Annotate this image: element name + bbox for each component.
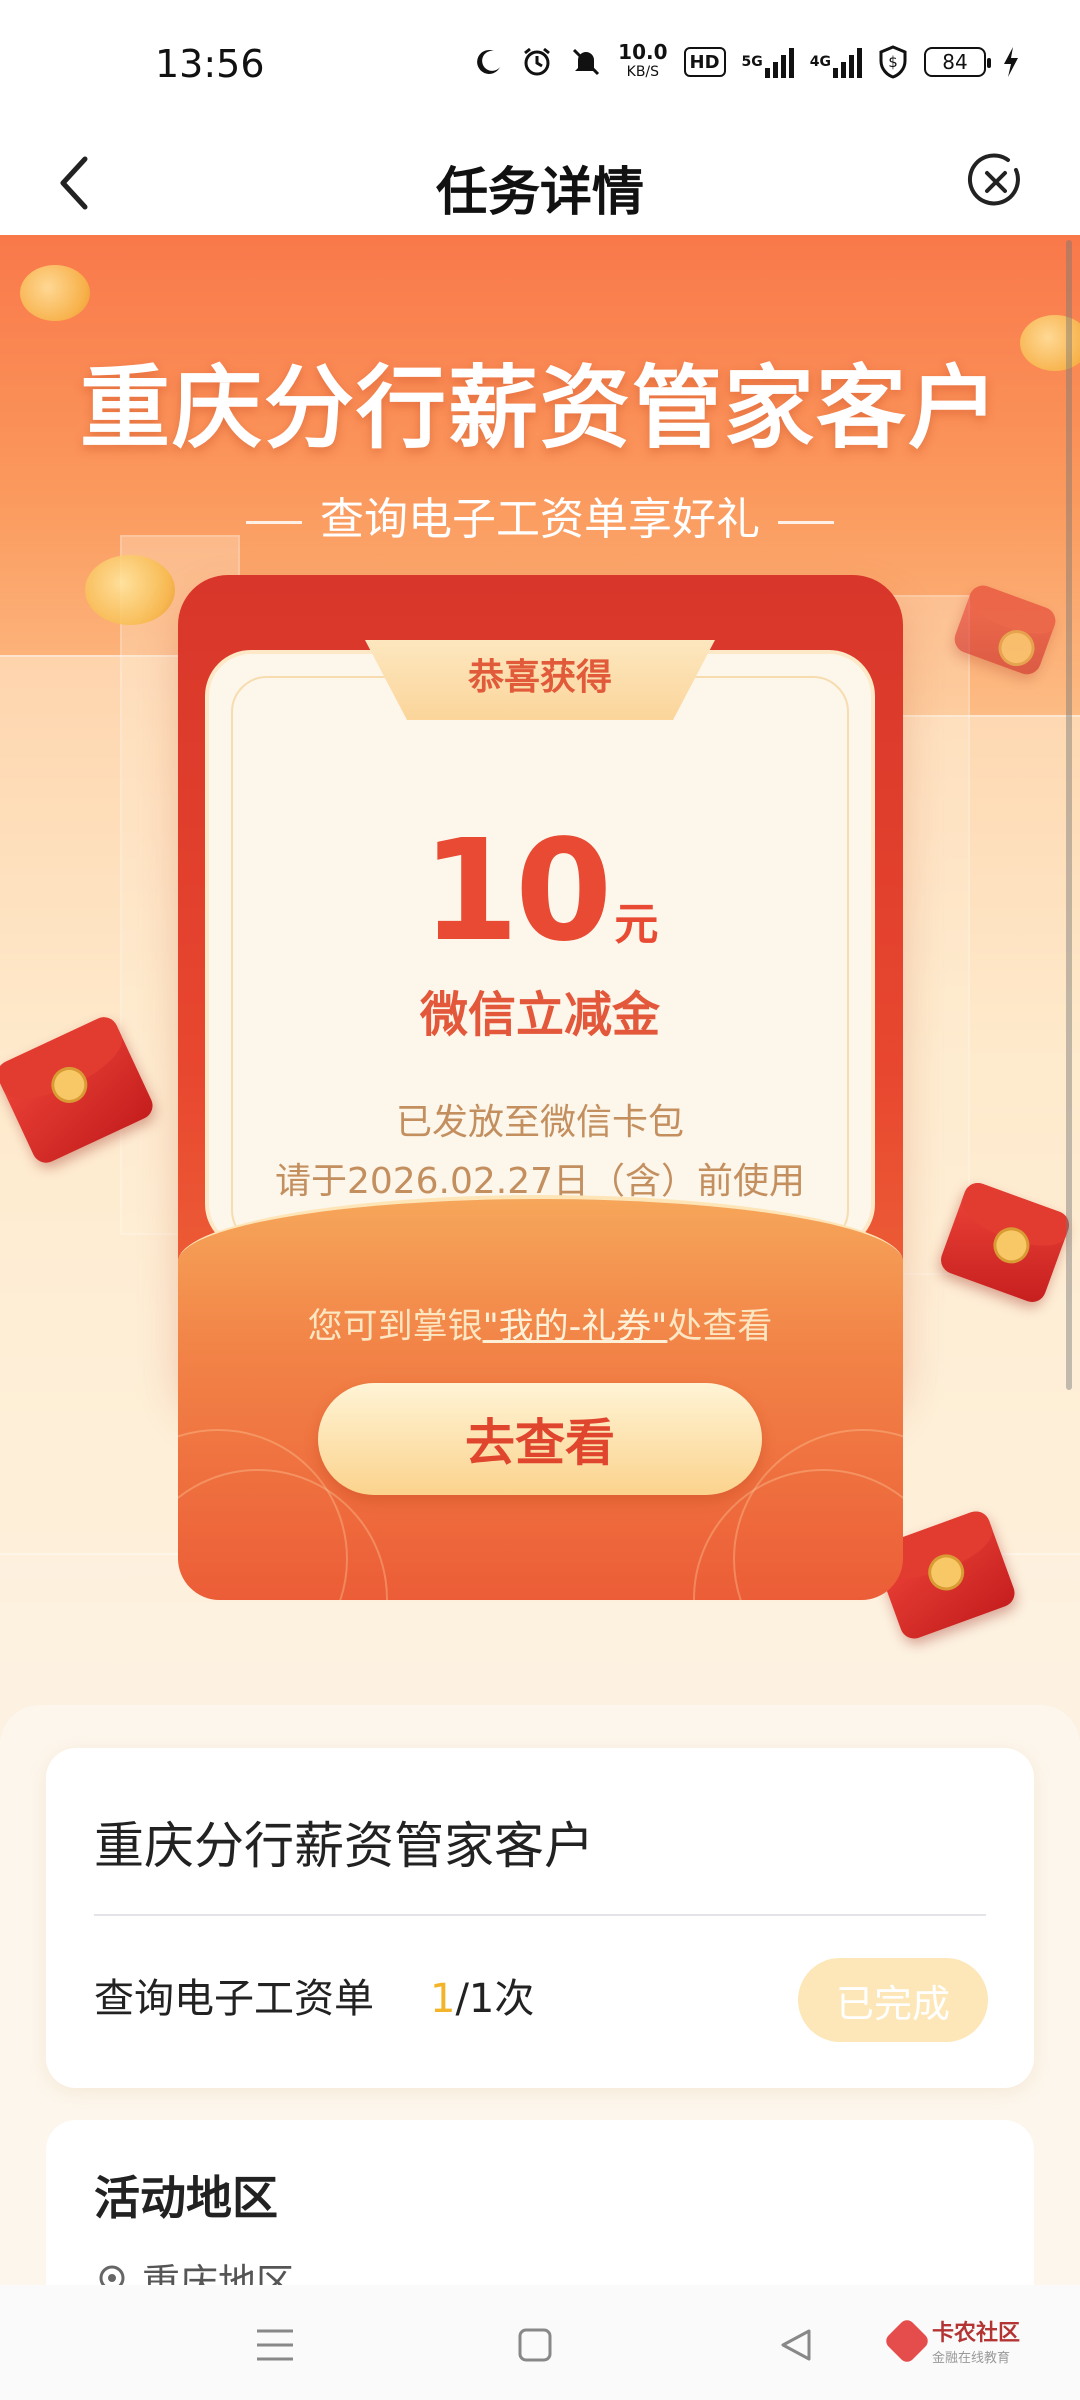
page-title: 任务详情 (435, 163, 644, 223)
prize-amount: 10 元 (0, 810, 1080, 973)
coupon-location-hint: 您可到掌银"我的-礼券"处查看 (307, 1307, 773, 1347)
prize-unit: 元 (614, 899, 659, 950)
back-triangle-icon (781, 2329, 811, 2361)
moon-icon (474, 42, 504, 82)
prize-name: 微信立减金 (419, 987, 660, 1043)
task-card: 重庆分行薪资管家客户 查询电子工资单 1/1次 已完成 (46, 1748, 1034, 2088)
watermark-main: 卡农社区 (931, 2321, 1020, 2346)
location-pin-icon (99, 2265, 125, 2285)
task-item-label: 查询电子工资单 (94, 1976, 374, 2022)
system-nav-bar: 卡农社区 金融在线教育 (0, 2285, 1080, 2400)
battery-icon: 84 (924, 47, 991, 77)
alarm-icon (520, 42, 554, 82)
signal-4g-icon: 4G (810, 42, 862, 82)
watermark-logo (882, 2316, 932, 2365)
menu-button[interactable] (245, 2315, 305, 2375)
home-button[interactable] (505, 2315, 565, 2375)
task-title: 重庆分行薪资管家客户 (94, 1817, 594, 1875)
prize-number: 10 (421, 810, 613, 973)
prize-desc: 已发放至微信卡包 (395, 1102, 684, 1143)
my-coupons-link[interactable]: "我的-礼券" (483, 1307, 668, 1347)
status-time: 13:56 (155, 42, 265, 86)
task-progress: 1/1次 (430, 1976, 535, 2022)
watermark: 卡农社区 金融在线教育 (882, 2315, 1020, 2366)
region-title: 活动地区 (94, 2171, 278, 2225)
hd-badge: HD (683, 47, 726, 77)
home-icon (518, 2328, 552, 2362)
coin-decoration (85, 555, 175, 625)
back-nav-button[interactable] (765, 2315, 825, 2375)
net-speed: 10.0 KB/S (618, 40, 668, 80)
view-button[interactable]: 去查看 (318, 1383, 762, 1495)
banner-subtitle: 查询电子工资单享好礼 (0, 483, 1080, 547)
nav-bar: 任务详情 (0, 130, 1080, 235)
task-completed-badge: 已完成 (798, 1958, 988, 2042)
signal-5g-icon: 5G (742, 42, 794, 82)
divider (94, 1914, 986, 1916)
dollar-shield-icon: $ (878, 42, 908, 82)
close-button[interactable] (964, 150, 1028, 214)
region-card: 活动地区 重庆地区 (46, 2120, 1034, 2285)
status-icons: 10.0 KB/S HD 5G 4G $ 84 (474, 42, 1020, 82)
prize-tab-label: 恭喜获得 (467, 657, 612, 698)
menu-icon (257, 2329, 293, 2361)
svg-text:$: $ (888, 53, 898, 71)
mute-icon (570, 42, 602, 82)
scrollbar[interactable] (1066, 240, 1072, 1390)
region-item: 重庆地区 (94, 2252, 294, 2285)
watermark-sub: 金融在线教育 (931, 2351, 1010, 2366)
coin-decoration (20, 265, 90, 321)
status-bar: 13:56 10.0 KB/S HD 5G 4G $ 84 (0, 0, 1080, 130)
charging-icon (1002, 42, 1020, 82)
close-icon (967, 153, 1020, 206)
banner-title: 重庆分行薪资管家客户 (80, 356, 1000, 461)
